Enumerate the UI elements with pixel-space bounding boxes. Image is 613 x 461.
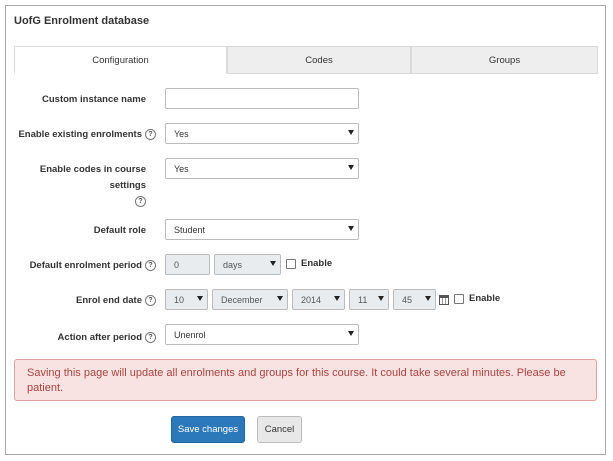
enrolment-period-unit-select[interactable]: days — [214, 254, 281, 275]
codes-settings-value: Yes — [174, 163, 189, 174]
page-title: UofG Enrolment database — [14, 15, 150, 27]
warning-alert: Saving this page will update all enrolme… — [14, 359, 597, 401]
end-date-year-select[interactable]: 2014 — [292, 289, 345, 310]
end-date-hour-value: 11 — [358, 294, 368, 305]
chevron-down-icon — [348, 226, 354, 231]
codes-settings-label-line2: settings — [109, 180, 146, 191]
end-date-month-value: December — [221, 294, 263, 305]
default-role-label: Default role — [93, 225, 146, 236]
help-icon[interactable]: ? — [145, 128, 156, 140]
cancel-button[interactable]: Cancel — [257, 416, 302, 443]
tab-groups[interactable]: Groups — [411, 46, 598, 74]
chevron-down-icon — [270, 261, 276, 266]
enable-checkbox[interactable] — [286, 258, 296, 269]
chevron-down-icon — [197, 296, 203, 301]
chevron-down-icon — [348, 130, 354, 135]
help-icon[interactable]: ? — [145, 294, 156, 306]
chevron-down-icon — [334, 296, 340, 301]
default-role-value: Student — [174, 224, 206, 235]
tab-bar: Configuration Codes Groups — [14, 46, 598, 74]
codes-settings-label-line1: Enable codes in course — [39, 164, 146, 175]
enrolment-period-unit-value: days — [223, 259, 243, 270]
end-date-enable[interactable]: Enable — [454, 293, 500, 304]
codes-settings-select[interactable]: Yes — [165, 158, 359, 179]
enrolment-period-number-input[interactable] — [165, 254, 210, 275]
instance-name-input[interactable] — [165, 88, 359, 109]
end-date-label: Enrol end date? — [76, 293, 156, 309]
help-icon[interactable]: ? — [145, 259, 156, 271]
enable-checkbox[interactable] — [454, 293, 464, 304]
action-after-period-select[interactable]: Unenrol — [165, 324, 359, 345]
tab-codes[interactable]: Codes — [227, 46, 411, 74]
enable-label: Enable — [469, 293, 501, 304]
default-role-select[interactable]: Student — [165, 219, 359, 240]
tab-configuration[interactable]: Configuration — [14, 46, 227, 74]
chevron-down-icon — [348, 331, 354, 336]
chevron-down-icon — [378, 296, 384, 301]
existing-enrolments-select[interactable]: Yes — [165, 123, 359, 144]
end-date-year-value: 2014 — [301, 294, 322, 305]
chevron-down-icon — [348, 165, 354, 170]
end-date-day-select[interactable]: 10 — [165, 289, 208, 310]
existing-enrolments-label: Enable existing enrolments? — [18, 127, 156, 143]
enable-label: Enable — [301, 258, 333, 269]
action-after-period-label: Action after period? — [58, 330, 156, 346]
end-date-minute-select[interactable]: 45 — [393, 289, 436, 310]
codes-settings-label: Enable codes in course settings? — [40, 162, 146, 210]
existing-enrolments-value: Yes — [174, 128, 189, 139]
enrolment-period-label: Default enrolment period? — [30, 258, 156, 274]
end-date-hour-select[interactable]: 11 — [349, 289, 389, 310]
enrolment-period-enable[interactable]: Enable — [286, 258, 332, 269]
action-after-period-value: Unenrol — [174, 329, 206, 340]
instance-name-label: Custom instance name — [42, 94, 146, 105]
end-date-minute-value: 45 — [402, 294, 413, 305]
chevron-down-icon — [277, 296, 283, 301]
chevron-down-icon — [425, 296, 431, 301]
help-icon[interactable]: ? — [135, 195, 146, 207]
save-changes-button[interactable]: Save changes — [171, 416, 245, 443]
end-date-day-value: 10 — [174, 294, 185, 305]
calendar-icon[interactable] — [439, 295, 449, 305]
help-icon[interactable]: ? — [145, 331, 156, 343]
end-date-month-select[interactable]: December — [212, 289, 288, 310]
